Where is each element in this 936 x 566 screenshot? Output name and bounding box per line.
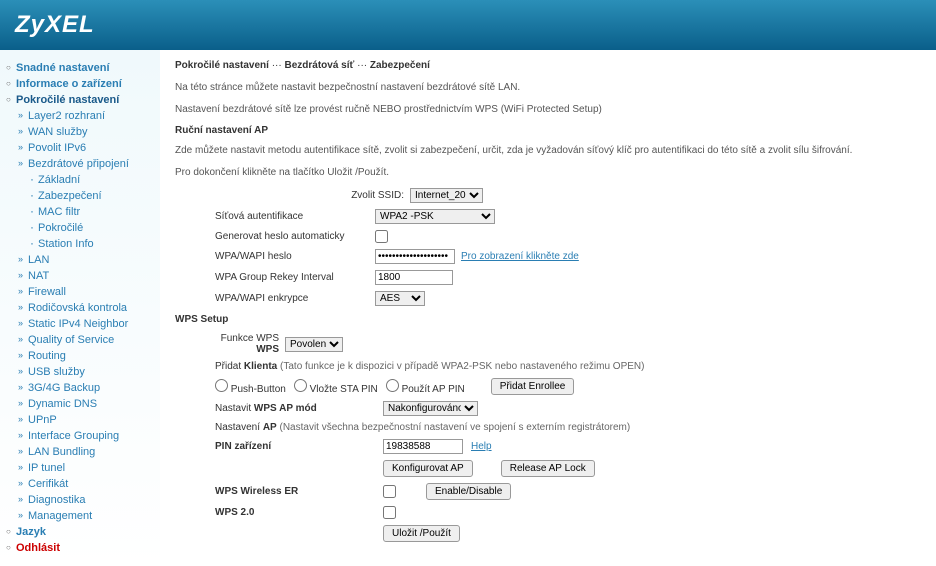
opt-ap-pin[interactable]: Použít AP PIN (386, 379, 465, 395)
wps-title: WPS Setup (175, 314, 921, 325)
nav-3g-4g-backup[interactable]: 3G/4G Backup (28, 382, 100, 394)
nav-mac-filtr[interactable]: MAC filtr (38, 206, 80, 218)
ssid-select[interactable]: Internet_20 (410, 188, 483, 203)
add-enrollee-button[interactable]: Přidat Enrollee (491, 378, 575, 395)
intro-text-2: Nastavení bezdrátové sítě lze provést ru… (175, 103, 921, 117)
gen-pass-label: Generovat heslo automaticky (175, 231, 375, 242)
nav-interface-grouping[interactable]: Interface Grouping (28, 430, 119, 442)
pin-help-link[interactable]: Help (471, 441, 492, 452)
nav-jazyk[interactable]: Jazyk (16, 526, 46, 538)
wps2-label: WPS 2.0 (215, 507, 375, 518)
auth-label: Síťová autentifikace (175, 211, 375, 222)
wps-mode-select[interactable]: Nakonfigurováno (383, 401, 478, 416)
ssid-label: Zvolit SSID: (175, 190, 410, 201)
nav-bezdr-tov-p-ipojen-[interactable]: Bezdrátové připojení (28, 158, 129, 170)
breadcrumb: Pokročilé nastavení ··· Bezdrátová síť ·… (175, 60, 921, 71)
nav-routing[interactable]: Routing (28, 350, 66, 362)
wps-func-label: Funkce WPS WPS (175, 333, 285, 355)
wps-er-checkbox[interactable] (383, 485, 396, 498)
pin-label: PIN zařízení (215, 441, 375, 452)
nav-nat[interactable]: NAT (28, 270, 49, 282)
rekey-input[interactable] (375, 270, 453, 285)
wps-er-label: WPS Wireless ER (215, 486, 375, 497)
nav-cerifik-t[interactable]: Cerifikát (28, 478, 68, 490)
ap-settings-line: Nastavení AP (Nastavit všechna bezpečnos… (175, 422, 921, 433)
wpa-pass-input[interactable] (375, 249, 455, 264)
nav-firewall[interactable]: Firewall (28, 286, 66, 298)
nav-diagnostika[interactable]: Diagnostika (28, 494, 85, 506)
nav-layer2-rozhran-[interactable]: Layer2 rozhraní (28, 110, 105, 122)
nav-pokro-il-nastaven-[interactable]: Pokročilé nastavení (16, 94, 119, 106)
wps-mode-label: Nastavit WPS AP mód (215, 403, 375, 414)
manual-ap-desc: Zde můžete nastavit metodu autentifikace… (175, 144, 921, 158)
wps2-checkbox[interactable] (383, 506, 396, 519)
nav-zabezpe-en-[interactable]: Zabezpečení (38, 190, 102, 202)
logo: ZyXEL (15, 11, 95, 39)
release-ap-lock-button[interactable]: Release AP Lock (501, 460, 595, 477)
show-pass-link[interactable]: Pro zobrazení klikněte zde (461, 251, 579, 262)
nav-station-info[interactable]: Station Info (38, 238, 94, 250)
nav-quality-of-service[interactable]: Quality of Service (28, 334, 114, 346)
nav-ip-tunel[interactable]: IP tunel (28, 462, 65, 474)
opt-sta-pin[interactable]: Vložte STA PIN (294, 379, 378, 395)
manual-ap-desc2: Pro dokončení klikněte na tlačítko Uloži… (175, 166, 921, 180)
sidebar: Snadné nastavení Informace o zařízení Pokr… (0, 50, 160, 566)
nav-management[interactable]: Management (28, 510, 92, 522)
gen-pass-checkbox[interactable] (375, 230, 388, 243)
enc-label: WPA/WAPI enkrypce (175, 293, 375, 304)
wpa-pass-label: WPA/WAPI heslo (175, 251, 375, 262)
intro-text-1: Na této stránce můžete nastavit bezpečno… (175, 81, 921, 95)
save-apply-button[interactable]: Uložit /Použít (383, 525, 460, 542)
manual-ap-title: Ruční nastavení AP (175, 125, 921, 136)
wps-er-toggle-button[interactable]: Enable/Disable (426, 483, 511, 500)
wps-func-select[interactable]: Povoleno (285, 337, 343, 352)
nav-odhl-sit[interactable]: Odhlásit (16, 542, 60, 554)
nav-snadn-nastaven-[interactable]: Snadné nastavení (16, 62, 110, 74)
configure-ap-button[interactable]: Konfigurovat AP (383, 460, 473, 477)
app-header: ZyXEL (0, 0, 936, 50)
pin-input[interactable] (383, 439, 463, 454)
nav-lan-bundling[interactable]: LAN Bundling (28, 446, 95, 458)
nav-wan-slu-by[interactable]: WAN služby (28, 126, 88, 138)
nav-informace-o-za-zen-[interactable]: Informace o zařízení (16, 78, 122, 90)
nav-dynamic-dns[interactable]: Dynamic DNS (28, 398, 97, 410)
enc-select[interactable]: AES (375, 291, 425, 306)
main-content: Pokročilé nastavení ··· Bezdrátová síť ·… (160, 50, 936, 566)
nav-upnp[interactable]: UPnP (28, 414, 57, 426)
nav-usb-slu-by[interactable]: USB služby (28, 366, 85, 378)
add-client-line: Přidat Klienta (Tato funkce je k dispozi… (175, 361, 921, 372)
nav-static-ipv4-neighbor[interactable]: Static IPv4 Neighbor (28, 318, 128, 330)
nav-z-kladn-[interactable]: Základní (38, 174, 80, 186)
nav-povolit-ipv6[interactable]: Povolit IPv6 (28, 142, 86, 154)
nav-pokro-il-[interactable]: Pokročilé (38, 222, 83, 234)
nav-rodi-ovsk-kontrola[interactable]: Rodičovská kontrola (28, 302, 127, 314)
opt-push-button[interactable]: Push-Button (215, 379, 286, 395)
rekey-label: WPA Group Rekey Interval (175, 272, 375, 283)
auth-select[interactable]: WPA2 -PSK (375, 209, 495, 224)
nav-lan[interactable]: LAN (28, 254, 49, 266)
